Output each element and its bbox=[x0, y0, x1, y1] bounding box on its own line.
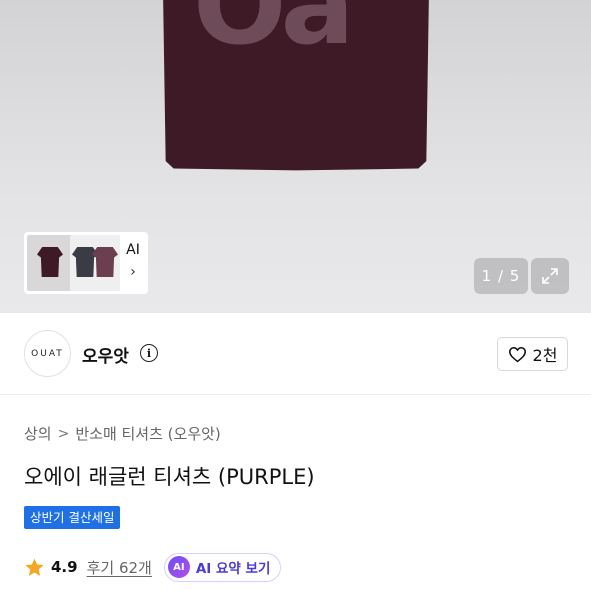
product-title: 오에이 래글런 티셔츠 (PURPLE) bbox=[24, 465, 315, 489]
chevron-right-icon: > bbox=[57, 425, 70, 442]
expand-icon bbox=[542, 268, 558, 284]
tee-thumbnail-icon bbox=[92, 247, 118, 277]
image-counter: 1 / 5 bbox=[474, 258, 528, 294]
brand-logo[interactable]: OUAT bbox=[24, 330, 71, 377]
breadcrumb-item-subcategory[interactable]: 반소매 티셔츠 (오우앗) bbox=[75, 423, 220, 444]
rating-row: 4.9 후기 62개 AI AI 요약 보기 bbox=[24, 552, 282, 582]
chevron-right-icon: › bbox=[130, 264, 136, 280]
tee-thumbnail-icon bbox=[37, 247, 63, 277]
ai-summary-label: AI 요약 보기 bbox=[195, 561, 271, 577]
ai-label: AI bbox=[126, 242, 140, 258]
brand-name[interactable]: 오우앗 bbox=[82, 342, 129, 367]
brand-row: OUAT 오우앗 i 2천 bbox=[0, 313, 591, 395]
reviews-link[interactable]: 후기 62개 bbox=[87, 557, 152, 578]
star-icon bbox=[25, 558, 44, 576]
ai-badge-icon: AI bbox=[167, 556, 190, 578]
expand-button[interactable] bbox=[531, 258, 569, 294]
heart-icon bbox=[508, 346, 526, 362]
thumbnail-1[interactable] bbox=[27, 235, 73, 291]
rating-score: 4.9 bbox=[51, 558, 78, 576]
shirt-print: Oa bbox=[193, 0, 355, 69]
thumbnail-strip[interactable]: AI › bbox=[24, 232, 148, 294]
product-image-gallery[interactable]: Oa AI › 1 / 5 bbox=[0, 0, 591, 313]
thumbnail-2[interactable] bbox=[70, 235, 120, 291]
ai-thumbnail-link[interactable]: AI › bbox=[120, 242, 146, 280]
sale-badge: 상반기 결산세일 bbox=[24, 506, 121, 529]
breadcrumb-item-category[interactable]: 상의 bbox=[24, 423, 52, 444]
info-icon[interactable]: i bbox=[140, 344, 158, 362]
product-image: Oa bbox=[163, 0, 429, 171]
breadcrumb: 상의 > 반소매 티셔츠 (오우앗) bbox=[24, 423, 221, 444]
like-button[interactable]: 2천 bbox=[497, 337, 568, 371]
ai-summary-button[interactable]: AI AI 요약 보기 bbox=[163, 552, 282, 582]
like-count: 2천 bbox=[532, 346, 558, 365]
